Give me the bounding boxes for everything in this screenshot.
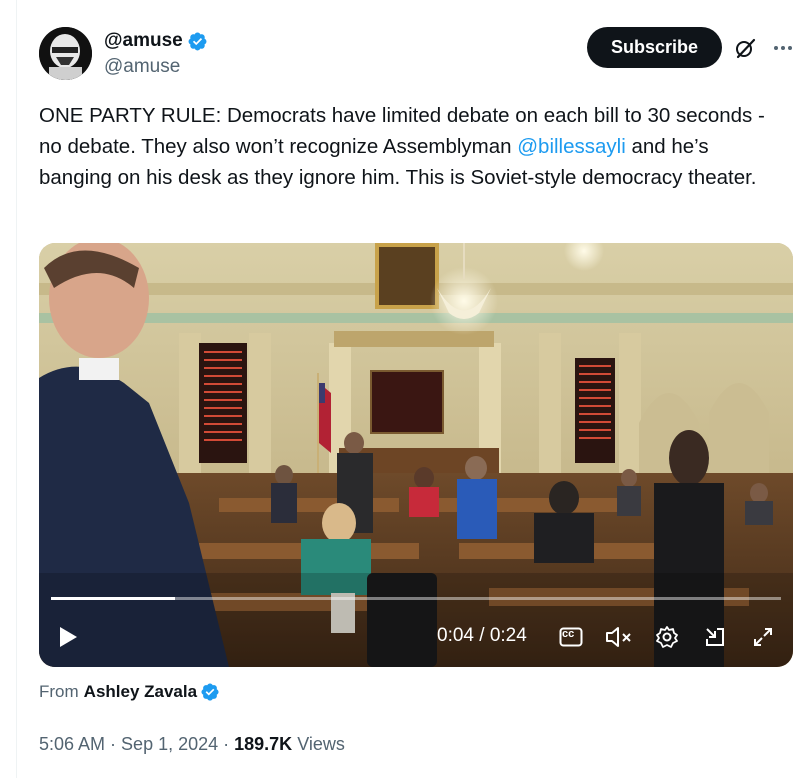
- avatar[interactable]: [39, 27, 92, 80]
- fullscreen-button[interactable]: [749, 623, 777, 651]
- source-name[interactable]: Ashley Zavala: [84, 682, 197, 702]
- verified-badge-icon: [201, 683, 219, 701]
- captions-label: cc: [562, 628, 575, 640]
- mute-button[interactable]: [605, 623, 633, 651]
- display-name[interactable]: @amuse: [104, 30, 208, 52]
- source-attribution: From Ashley Zavala: [39, 682, 220, 702]
- tweet-time[interactable]: 5:06 AM: [39, 734, 105, 755]
- display-name-text[interactable]: @amuse: [104, 30, 183, 52]
- video-progress-fill: [51, 597, 176, 600]
- tweet-text: ONE PARTY RULE: Democrats have limited d…: [39, 100, 784, 193]
- fullscreen-icon: [754, 628, 772, 646]
- views-count[interactable]: 189.7K: [234, 734, 292, 755]
- stormtrooper-avatar-icon: [39, 27, 92, 80]
- play-icon: [60, 627, 77, 647]
- more-options-icon[interactable]: [771, 36, 795, 60]
- tweet-date[interactable]: Sep 1, 2024: [121, 734, 218, 755]
- subscribe-button[interactable]: Subscribe: [587, 27, 722, 68]
- views-label: Views: [297, 734, 345, 754]
- mention-link[interactable]: @billessayli: [517, 135, 626, 158]
- divider: [16, 0, 17, 778]
- handle[interactable]: @amuse: [104, 56, 180, 78]
- settings-icon: [656, 626, 678, 648]
- settings-button[interactable]: [653, 623, 681, 651]
- mute-icon: [606, 627, 631, 647]
- play-button[interactable]: [57, 623, 79, 651]
- captions-button[interactable]: cc: [557, 623, 585, 651]
- grok-slash-icon[interactable]: [733, 36, 757, 60]
- meta-separator: ·: [110, 734, 117, 754]
- pop-out-icon: [706, 628, 724, 646]
- video-progress-bar[interactable]: [51, 597, 781, 600]
- tweet-meta: 5:06 AM · Sep 1, 2024 · 189.7K Views: [39, 734, 345, 755]
- video-time: 0:04 / 0:24: [437, 625, 527, 646]
- video-player[interactable]: 0:04 / 0:24 cc: [39, 243, 793, 667]
- meta-separator: ·: [223, 734, 230, 754]
- pop-out-button[interactable]: [701, 623, 729, 651]
- source-prefix: From: [39, 682, 79, 701]
- verified-badge-icon: [188, 32, 207, 50]
- video-frame-assembly-chamber: [39, 243, 793, 667]
